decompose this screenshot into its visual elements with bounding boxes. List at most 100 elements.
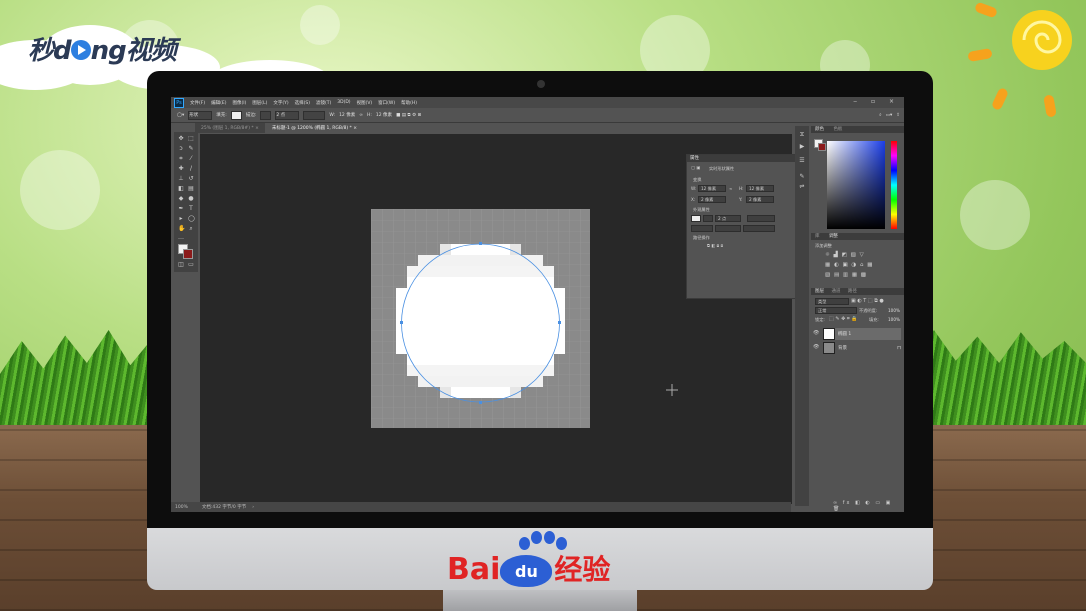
tab-document-2[interactable]: 未标题-1 @ 1200% (椭圆 1, RGB/8) * × xyxy=(265,123,363,133)
visibility-eye-icon[interactable]: 👁 xyxy=(813,330,819,336)
tool-mode-select[interactable]: 形状 xyxy=(188,110,213,120)
bg-swatch[interactable] xyxy=(818,143,826,151)
blur-tool-icon[interactable]: ◆ xyxy=(178,196,184,202)
menu-type[interactable]: 文字(Y) xyxy=(273,100,288,106)
layer-row-ellipse[interactable]: 椭圆 1 xyxy=(823,328,901,340)
corners-select[interactable] xyxy=(743,225,775,232)
link-icon[interactable]: ∞ xyxy=(359,113,363,118)
layer-row-background[interactable]: 背景 ⊓ xyxy=(823,342,901,354)
section-transform[interactable]: 变换 xyxy=(693,177,701,183)
tab-paths[interactable]: 路径 xyxy=(848,289,857,294)
tab-swatches[interactable]: 色板 xyxy=(833,127,842,132)
share-icon[interactable]: ⇪ xyxy=(896,113,900,118)
zoom-level[interactable]: 100% xyxy=(175,505,188,510)
ellipse-tool-icon[interactable]: ◯▾ xyxy=(177,113,184,118)
opacity-value[interactable]: 100% xyxy=(888,308,900,313)
status-arrow-icon[interactable]: › xyxy=(252,505,254,510)
menu-help[interactable]: 帮助(H) xyxy=(401,100,417,106)
menu-3d[interactable]: 3D(D) xyxy=(337,100,350,105)
link-icon[interactable]: ∞ xyxy=(729,186,733,191)
ellipse-tool-icon[interactable]: ◯ xyxy=(188,216,195,222)
menu-view[interactable]: 视图(V) xyxy=(357,100,373,106)
visibility-eye-icon[interactable]: 👁 xyxy=(813,344,819,350)
fill-value[interactable]: 100% xyxy=(888,317,900,322)
menu-window[interactable]: 窗口(W) xyxy=(378,100,395,106)
workspace-icon[interactable]: ▭▾ xyxy=(886,113,893,118)
path-ops-icons[interactable]: ⧉ ◧ ⧈ ⧇ xyxy=(707,243,723,248)
caps-select[interactable] xyxy=(715,225,741,232)
width-value[interactable]: 12 像素 xyxy=(339,112,355,118)
eraser-tool-icon[interactable]: ◧ xyxy=(178,186,184,192)
search-icon[interactable]: ⌕ xyxy=(879,112,882,118)
blend-mode-select[interactable]: 正常 xyxy=(815,307,857,314)
layer-filter-select[interactable]: 类型 xyxy=(815,298,849,305)
tab-layers[interactable]: 图层 xyxy=(815,289,824,294)
section-appearance[interactable]: 外观属性 xyxy=(693,207,710,213)
move-tool-icon[interactable]: ✥ xyxy=(178,136,184,142)
brush-tool-icon[interactable]: / xyxy=(188,166,194,172)
stroke-type-select[interactable] xyxy=(747,215,775,222)
stroke-swatch[interactable] xyxy=(703,215,713,222)
window-controls[interactable]: ‒ ▫ × xyxy=(853,98,900,105)
adjustment-icons[interactable]: ☼ ▟ ◩ ▨ ▽ ▦ ◐ ▣ ◑ ⌂ ▦ ▧ ▤ ▥ ▦ ▩ xyxy=(825,250,873,280)
pen-tool-icon[interactable]: ✒ xyxy=(178,206,184,212)
path-select-tool-icon[interactable]: ▸ xyxy=(178,216,184,222)
adjust-icon[interactable]: ⇌ xyxy=(799,184,805,190)
history-icon[interactable]: ⧖ xyxy=(799,132,805,138)
menu-layer[interactable]: 图层(L) xyxy=(252,100,267,106)
background-color-swatch[interactable] xyxy=(183,249,193,259)
menu-select[interactable]: 选择(S) xyxy=(295,100,310,106)
lasso-tool-icon[interactable]: ↄ xyxy=(178,146,184,152)
color-picker-field[interactable] xyxy=(827,141,885,229)
align-select[interactable] xyxy=(691,225,713,232)
menu-image[interactable]: 图像(I) xyxy=(232,100,246,106)
zoom-tool-icon[interactable]: ⌕ xyxy=(188,226,194,232)
gradient-tool-icon[interactable]: ▤ xyxy=(188,186,194,192)
properties-tab[interactable]: 属性 xyxy=(687,155,795,162)
section-path-ops[interactable]: 路径操作 xyxy=(693,235,710,241)
more-tools-icon[interactable]: … xyxy=(178,235,184,241)
healing-tool-icon[interactable]: ✚ xyxy=(178,166,184,172)
menu-edit[interactable]: 编辑(E) xyxy=(211,100,226,106)
w-field[interactable]: 12 像素 xyxy=(698,185,726,192)
crop-tool-icon[interactable]: ⌗ xyxy=(178,156,184,162)
marquee-tool-icon[interactable]: ⬚ xyxy=(188,136,194,142)
document-canvas[interactable] xyxy=(371,209,590,428)
layers-footer-icons[interactable]: ∞ fx ◧ ◐ ▭ ▣ 🗑 xyxy=(833,500,904,512)
properties-icon[interactable]: ☰ xyxy=(799,158,805,164)
h-field[interactable]: 12 像素 xyxy=(746,185,774,192)
stroke-size-field[interactable]: 2 点 xyxy=(715,215,741,222)
anchor-point[interactable] xyxy=(479,401,482,404)
stamp-tool-icon[interactable]: ⊥ xyxy=(178,176,184,182)
menu-file[interactable]: 文件(F) xyxy=(190,100,205,106)
y-field[interactable]: 2 像素 xyxy=(746,196,774,203)
fill-swatch[interactable] xyxy=(691,215,701,222)
filter-icons[interactable]: ▣ ◐ T ⬚ ⧉ ● xyxy=(851,298,884,304)
menu-filter[interactable]: 滤镜(T) xyxy=(316,100,331,106)
tab-color[interactable]: 颜色 xyxy=(815,127,824,132)
x-field[interactable]: 2 像素 xyxy=(698,196,726,203)
path-ops-icon[interactable]: ■ ▤ ⧉ ⚙ ⊞ xyxy=(396,112,421,118)
quick-mask-icon[interactable]: ◫ xyxy=(178,262,184,268)
quick-select-tool-icon[interactable]: ✎ xyxy=(188,146,194,152)
brush-settings-icon[interactable]: ✎ xyxy=(799,174,805,180)
height-value[interactable]: 12 像素 xyxy=(376,112,392,118)
hue-slider[interactable] xyxy=(891,141,897,229)
stroke-swatch[interactable] xyxy=(260,110,272,120)
lock-icons[interactable]: ⬚ ✎ ✥ ⌗ 🔒 xyxy=(829,316,858,322)
tab-libraries[interactable]: 库 xyxy=(815,234,820,239)
tab-channels[interactable]: 通道 xyxy=(831,289,840,294)
anchor-point[interactable] xyxy=(558,321,561,324)
actions-icon[interactable]: ▶ xyxy=(799,144,805,150)
fill-swatch[interactable] xyxy=(230,110,242,120)
eyedropper-tool-icon[interactable]: ⁄ xyxy=(188,156,194,162)
anchor-point[interactable] xyxy=(400,321,403,324)
screen-mode-icon[interactable]: ▭ xyxy=(188,262,194,268)
tab-document-1[interactable]: 25% (图层 1, RGB/8#) * × xyxy=(195,123,265,133)
dodge-tool-icon[interactable]: ● xyxy=(188,196,194,202)
type-tool-icon[interactable]: T xyxy=(188,206,194,212)
history-brush-icon[interactable]: ↺ xyxy=(188,176,194,182)
hand-tool-icon[interactable]: ✋ xyxy=(178,226,185,232)
stroke-size-field[interactable]: 2 点 xyxy=(275,110,300,120)
anchor-point[interactable] xyxy=(479,242,482,245)
